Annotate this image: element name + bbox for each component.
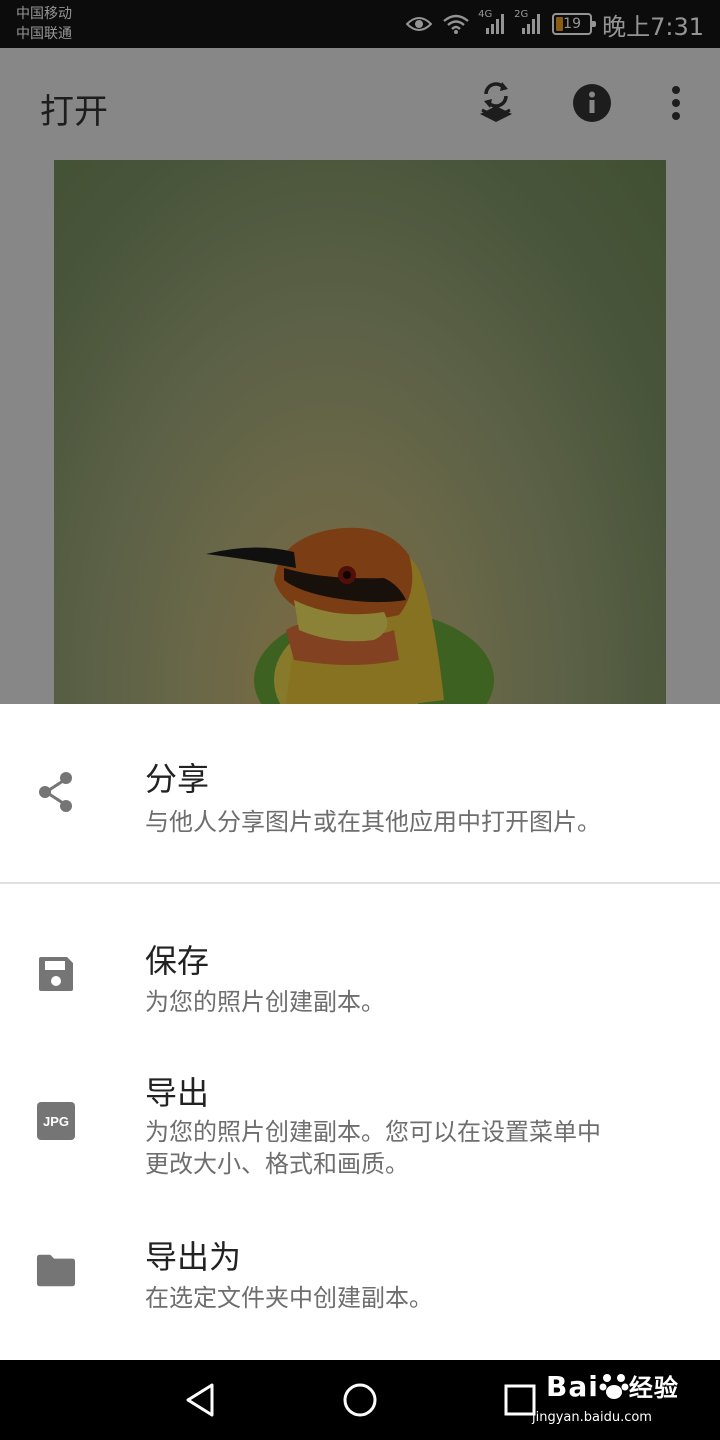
save-description: 为您的照片创建副本。 (145, 988, 385, 1016)
share-option[interactable]: 分享 与他人分享图片或在其他应用中打开图片。 (0, 704, 720, 882)
baidu-jingyan-watermark: Bai 经验 jingyan.baidu.com (532, 1366, 682, 1432)
share-title: 分享 (145, 760, 210, 798)
back-button[interactable] (176, 1376, 224, 1424)
watermark-logo-text: Bai (546, 1370, 599, 1403)
save-title: 保存 (145, 942, 210, 980)
export-title: 导出 (145, 1074, 210, 1112)
dim-overlay[interactable] (0, 0, 720, 704)
share-icon (36, 772, 76, 812)
export-as-option[interactable]: 导出为 在选定文件夹中创建副本。 (0, 1214, 720, 1360)
jpg-icon: JPG (37, 1102, 75, 1140)
folder-icon (36, 1250, 76, 1290)
watermark-logo: Bai 经验 (546, 1368, 679, 1403)
back-triangle-icon (186, 1383, 214, 1417)
save-icon (36, 954, 76, 994)
navigation-bar: Bai 经验 jingyan.baidu.com (0, 1360, 720, 1440)
export-option[interactable]: JPG 导出 为您的照片创建副本。您可以在设置菜单中 更改大小、格式和画质。 (0, 1044, 720, 1214)
paw-icon (599, 1374, 629, 1399)
export-as-title: 导出为 (145, 1238, 242, 1276)
save-option[interactable]: 保存 为您的照片创建副本。 (0, 884, 720, 1044)
home-button[interactable] (336, 1376, 384, 1424)
export-as-description: 在选定文件夹中创建副本。 (145, 1284, 433, 1312)
export-description-line-2: 更改大小、格式和画质。 (145, 1150, 409, 1178)
share-bottom-sheet: 分享 与他人分享图片或在其他应用中打开图片。 保存 为您的照片创建副本。 JPG… (0, 704, 720, 1360)
home-circle-icon (343, 1383, 377, 1417)
share-description: 与他人分享图片或在其他应用中打开图片。 (145, 808, 601, 836)
jpg-icon-text: JPG (42, 1113, 69, 1129)
export-description-line-1: 为您的照片创建副本。您可以在设置菜单中 (145, 1118, 601, 1146)
watermark-url: jingyan.baidu.com (532, 1410, 652, 1425)
watermark-logo-text-2: 经验 (628, 1374, 679, 1402)
